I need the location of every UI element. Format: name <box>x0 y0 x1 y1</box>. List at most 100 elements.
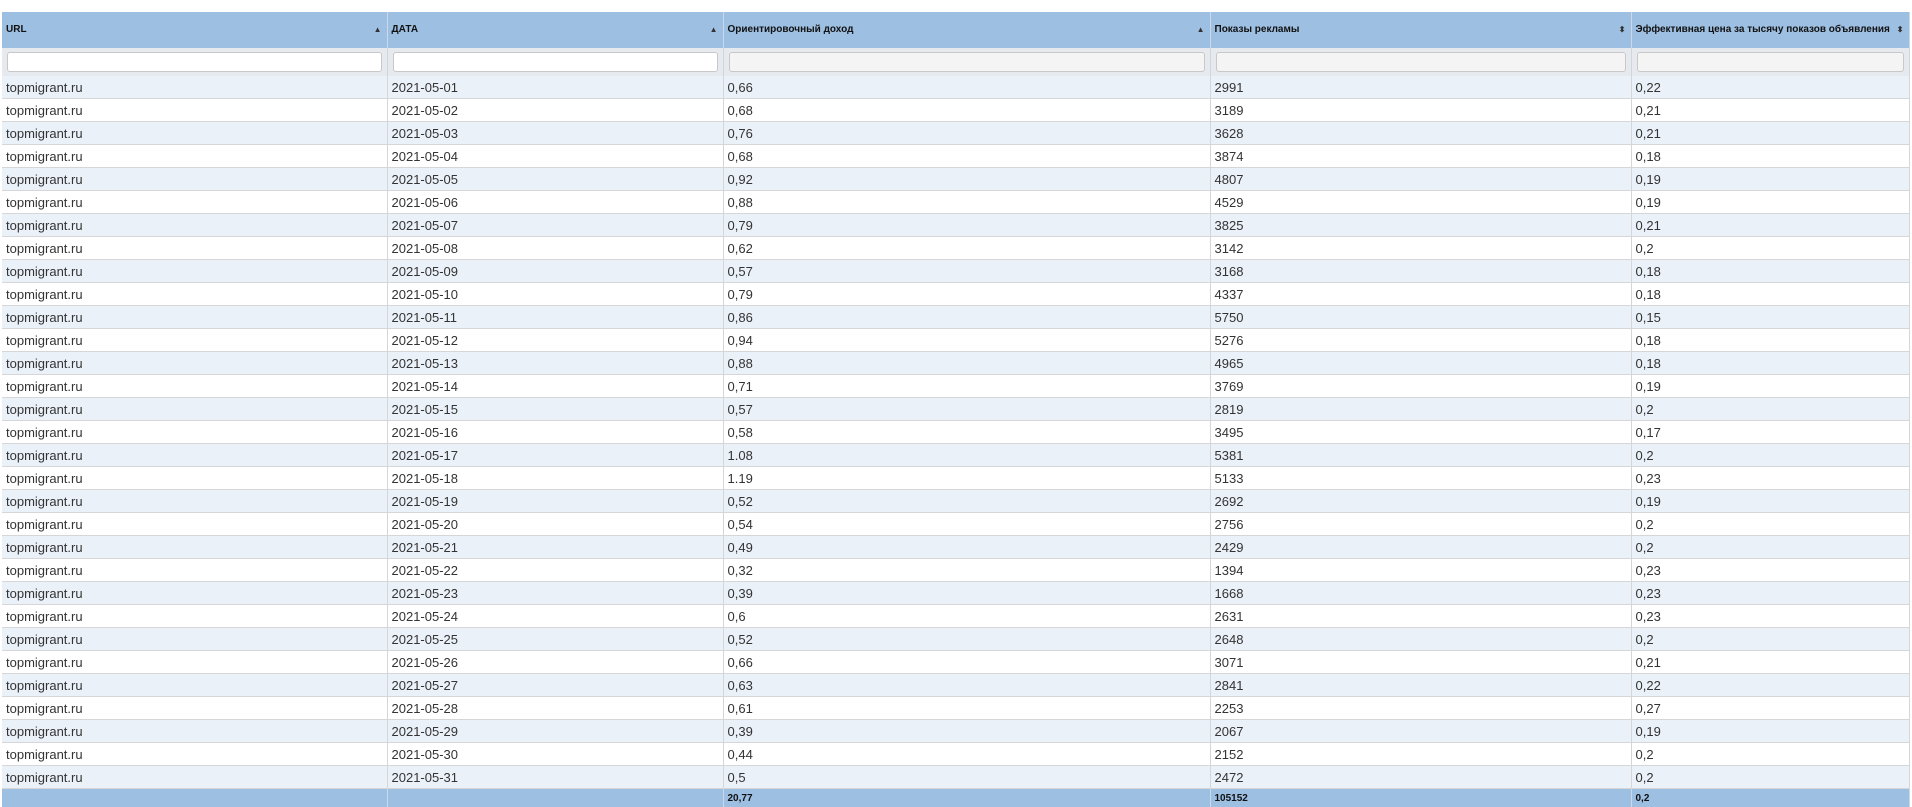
cell-ecpm: 0,18 <box>1631 352 1909 375</box>
cell-url: topmigrant.ru <box>2 628 387 651</box>
cell-impressions: 2648 <box>1210 628 1631 651</box>
table-row: topmigrant.ru2021-05-030,7636280,21 <box>2 122 1909 145</box>
cell-date: 2021-05-20 <box>387 513 723 536</box>
cell-ecpm: 0,15 <box>1631 306 1909 329</box>
cell-revenue: 0,88 <box>723 191 1210 214</box>
table-row: topmigrant.ru2021-05-130,8849650,18 <box>2 352 1909 375</box>
cell-url: topmigrant.ru <box>2 122 387 145</box>
column-header-impressions[interactable]: Показы рекламы ⬍ <box>1210 12 1631 48</box>
cell-revenue: 0,57 <box>723 260 1210 283</box>
cell-ecpm: 0,23 <box>1631 582 1909 605</box>
cell-revenue: 0,62 <box>723 237 1210 260</box>
sort-icon[interactable]: ⬍ <box>1897 22 1904 38</box>
cell-ecpm: 0,21 <box>1631 214 1909 237</box>
report-table: URL▲ ДАТА▲ Ориентировочный доход▲ Показы… <box>2 12 1910 807</box>
table-row: topmigrant.ru2021-05-220,3213940,23 <box>2 559 1909 582</box>
cell-ecpm: 0,19 <box>1631 168 1909 191</box>
sort-icon[interactable]: ▲ <box>1197 22 1205 38</box>
table-row: topmigrant.ru2021-05-200,5427560,2 <box>2 513 1909 536</box>
cell-date: 2021-05-31 <box>387 766 723 789</box>
total-ecpm: 0,2 <box>1631 789 1909 807</box>
cell-impressions: 3071 <box>1210 651 1631 674</box>
cell-revenue: 0,94 <box>723 329 1210 352</box>
cell-url: topmigrant.ru <box>2 743 387 766</box>
cell-ecpm: 0,2 <box>1631 398 1909 421</box>
cell-date: 2021-05-03 <box>387 122 723 145</box>
cell-impressions: 2472 <box>1210 766 1631 789</box>
cell-url: topmigrant.ru <box>2 766 387 789</box>
filter-cell <box>1631 48 1909 76</box>
cell-impressions: 4337 <box>1210 283 1631 306</box>
cell-ecpm: 0,18 <box>1631 283 1909 306</box>
cell-revenue: 0,49 <box>723 536 1210 559</box>
cell-date: 2021-05-21 <box>387 536 723 559</box>
table-row: topmigrant.ru2021-05-110,8657500,15 <box>2 306 1909 329</box>
cell-url: topmigrant.ru <box>2 329 387 352</box>
filter-cell <box>1210 48 1631 76</box>
table-row: topmigrant.ru2021-05-181.1951330,23 <box>2 467 1909 490</box>
table-row: topmigrant.ru2021-05-190,5226920,19 <box>2 490 1909 513</box>
cell-url: topmigrant.ru <box>2 99 387 122</box>
table-row: topmigrant.ru2021-05-050,9248070,19 <box>2 168 1909 191</box>
totals-row: 20,77 105152 0,2 <box>2 789 1909 807</box>
column-header-ecpm[interactable]: Эффективная цена за тысячу показов объяв… <box>1631 12 1909 48</box>
cell-revenue: 0,79 <box>723 214 1210 237</box>
revenue-filter-input[interactable] <box>729 52 1205 72</box>
cell-date: 2021-05-08 <box>387 237 723 260</box>
column-header-url[interactable]: URL▲ <box>2 12 387 48</box>
cell-ecpm: 0,18 <box>1631 260 1909 283</box>
cell-date: 2021-05-07 <box>387 214 723 237</box>
impressions-filter-input[interactable] <box>1216 52 1626 72</box>
cell-url: topmigrant.ru <box>2 605 387 628</box>
cell-ecpm: 0,27 <box>1631 697 1909 720</box>
cell-url: topmigrant.ru <box>2 513 387 536</box>
cell-revenue: 0,52 <box>723 490 1210 513</box>
table-row: topmigrant.ru2021-05-300,4421520,2 <box>2 743 1909 766</box>
cell-url: topmigrant.ru <box>2 444 387 467</box>
cell-impressions: 4529 <box>1210 191 1631 214</box>
cell-impressions: 3628 <box>1210 122 1631 145</box>
cell-impressions: 2152 <box>1210 743 1631 766</box>
cell-impressions: 2841 <box>1210 674 1631 697</box>
cell-impressions: 2756 <box>1210 513 1631 536</box>
cell-impressions: 3168 <box>1210 260 1631 283</box>
cell-impressions: 3495 <box>1210 421 1631 444</box>
cell-url: topmigrant.ru <box>2 283 387 306</box>
filter-cell <box>2 48 387 76</box>
table-row: topmigrant.ru2021-05-150,5728190,2 <box>2 398 1909 421</box>
cell-date: 2021-05-29 <box>387 720 723 743</box>
sort-icon[interactable]: ⬍ <box>1619 22 1626 38</box>
table-row: topmigrant.ru2021-05-070,7938250,21 <box>2 214 1909 237</box>
cell-ecpm: 0,2 <box>1631 536 1909 559</box>
header-label: Показы рекламы <box>1215 24 1300 35</box>
filter-cell <box>387 48 723 76</box>
cell-ecpm: 0,21 <box>1631 122 1909 145</box>
sort-icon[interactable]: ▲ <box>374 22 382 38</box>
table-row: topmigrant.ru2021-05-270,6328410,22 <box>2 674 1909 697</box>
cell-impressions: 5133 <box>1210 467 1631 490</box>
cell-impressions: 2991 <box>1210 76 1631 99</box>
cell-url: topmigrant.ru <box>2 582 387 605</box>
cell-ecpm: 0,23 <box>1631 559 1909 582</box>
ecpm-filter-input[interactable] <box>1637 52 1904 72</box>
cell-ecpm: 0,19 <box>1631 490 1909 513</box>
cell-date: 2021-05-05 <box>387 168 723 191</box>
url-filter-input[interactable] <box>7 52 382 72</box>
sort-icon[interactable]: ▲ <box>710 22 718 38</box>
cell-revenue: 0,5 <box>723 766 1210 789</box>
date-filter-input[interactable] <box>393 52 718 72</box>
cell-impressions: 3825 <box>1210 214 1631 237</box>
cell-date: 2021-05-25 <box>387 628 723 651</box>
cell-ecpm: 0,2 <box>1631 513 1909 536</box>
cell-revenue: 0,57 <box>723 398 1210 421</box>
cell-revenue: 0,63 <box>723 674 1210 697</box>
cell-revenue: 0,68 <box>723 145 1210 168</box>
column-header-revenue[interactable]: Ориентировочный доход▲ <box>723 12 1210 48</box>
filter-row <box>2 48 1909 76</box>
cell-date: 2021-05-17 <box>387 444 723 467</box>
cell-date: 2021-05-09 <box>387 260 723 283</box>
cell-url: topmigrant.ru <box>2 306 387 329</box>
cell-ecpm: 0,2 <box>1631 766 1909 789</box>
cell-date: 2021-05-02 <box>387 99 723 122</box>
column-header-date[interactable]: ДАТА▲ <box>387 12 723 48</box>
